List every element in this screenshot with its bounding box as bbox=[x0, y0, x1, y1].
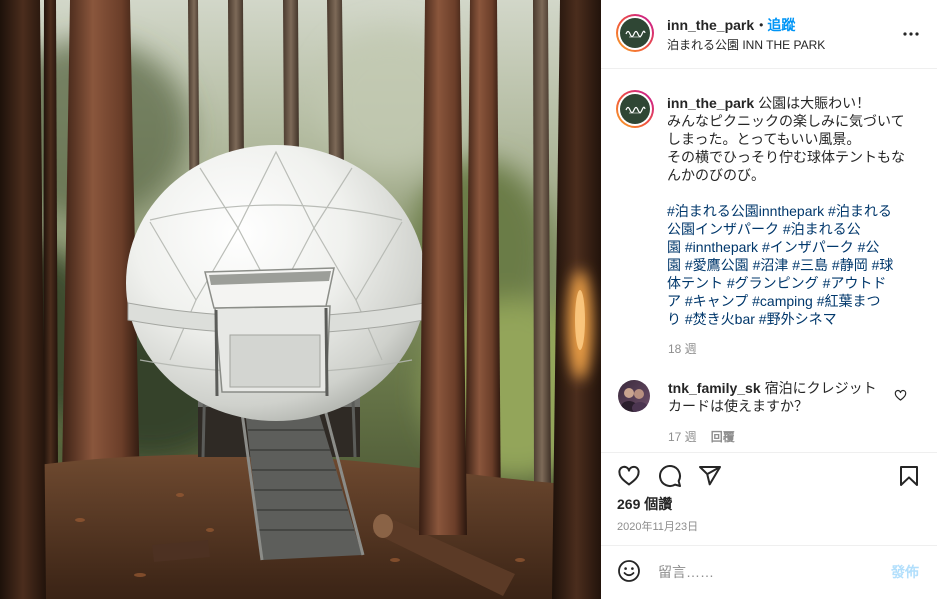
comment: tnk_family_sk 宿泊にクレジット カードは使えますか？ bbox=[668, 379, 877, 415]
caption-timestamp[interactable]: 18 週 bbox=[668, 341, 697, 357]
comment-line: カードは使えますか？ bbox=[668, 398, 808, 414]
comment-icon[interactable] bbox=[658, 464, 682, 488]
hashtag-line[interactable]: #泊まれる公園innthepark #泊まれる bbox=[667, 202, 905, 220]
comment-timestamp[interactable]: 17 週 bbox=[668, 430, 697, 444]
more-options-icon[interactable] bbox=[899, 22, 923, 46]
smiley-icon[interactable] bbox=[617, 559, 641, 583]
comment-meta: 17 週回覆 bbox=[668, 429, 735, 445]
heart-icon[interactable] bbox=[617, 464, 641, 488]
like-count[interactable]: 269 個讚 bbox=[617, 495, 672, 513]
hashtag-line[interactable]: り #焚き火bar #野外シネマ bbox=[667, 310, 905, 328]
author-avatar[interactable] bbox=[616, 14, 654, 52]
follow-button[interactable]: 追蹤 bbox=[767, 16, 795, 34]
hashtag-line[interactable]: 公園インザパーク #泊まれる公 bbox=[667, 220, 905, 238]
dome-tent bbox=[126, 145, 426, 421]
header-title-row: inn_the_park • 追蹤 bbox=[667, 16, 795, 34]
hashtag-line[interactable]: 園 #innthepark #インザパーク #公 bbox=[667, 238, 905, 256]
caption-author-avatar[interactable] bbox=[616, 90, 654, 128]
caption-username[interactable]: inn_the_park bbox=[667, 95, 754, 111]
inn-the-park-logo-icon bbox=[620, 94, 650, 124]
hashtag-line[interactable]: 体テント #グランピング #アウトド bbox=[667, 274, 905, 292]
separator-dot: • bbox=[759, 18, 764, 32]
caption-line: んかのびのび。 bbox=[667, 167, 765, 183]
comment-line: 宿泊にクレジット bbox=[764, 380, 877, 396]
post-image bbox=[0, 0, 601, 599]
caption-text: inn_the_park 公園は大賑わい！ みんなピクニックの楽しみに気づいて し… bbox=[667, 94, 905, 328]
post-header: inn_the_park • 追蹤 泊まれる公園 INN THE PARK bbox=[601, 0, 937, 69]
post-actions: 269 個讚 2020年11月23日 bbox=[601, 452, 937, 546]
post-comment-button[interactable]: 發佈 bbox=[891, 562, 919, 582]
commenter-avatar[interactable] bbox=[618, 380, 650, 412]
caption-line: その横でひっそり佇む球体テントもな bbox=[667, 149, 905, 165]
post-side-panel: inn_the_park • 追蹤 泊まれる公園 INN THE PARK in… bbox=[601, 0, 937, 599]
inn-the-park-logo-icon bbox=[620, 18, 650, 48]
hashtag-line[interactable]: ア #キャンプ #camping #紅葉まつ bbox=[667, 292, 905, 310]
paper-plane-icon[interactable] bbox=[698, 464, 722, 488]
dome-tent-forest-photo bbox=[0, 0, 601, 599]
comment-input[interactable] bbox=[658, 562, 858, 582]
bookmark-icon[interactable] bbox=[897, 464, 921, 488]
caption-line: しまった。とってもいい風景。 bbox=[667, 131, 861, 147]
reply-button[interactable]: 回覆 bbox=[711, 430, 735, 444]
caption-line: みんなピクニックの楽しみに気づいて bbox=[667, 113, 905, 129]
hashtag-line[interactable]: 園 #愛鷹公園 #沼津 #三島 #静岡 #球 bbox=[667, 256, 905, 274]
caption-line: 公園は大賑わい！ bbox=[758, 95, 871, 111]
author-username[interactable]: inn_the_park bbox=[667, 16, 754, 34]
post-date: 2020年11月23日 bbox=[617, 521, 699, 533]
location-link[interactable]: 泊まれる公園 INN THE PARK bbox=[667, 37, 825, 53]
comment-username[interactable]: tnk_family_sk bbox=[668, 380, 761, 396]
comment-heart-icon[interactable] bbox=[894, 389, 907, 402]
add-comment-bar: 發佈 bbox=[601, 545, 937, 599]
